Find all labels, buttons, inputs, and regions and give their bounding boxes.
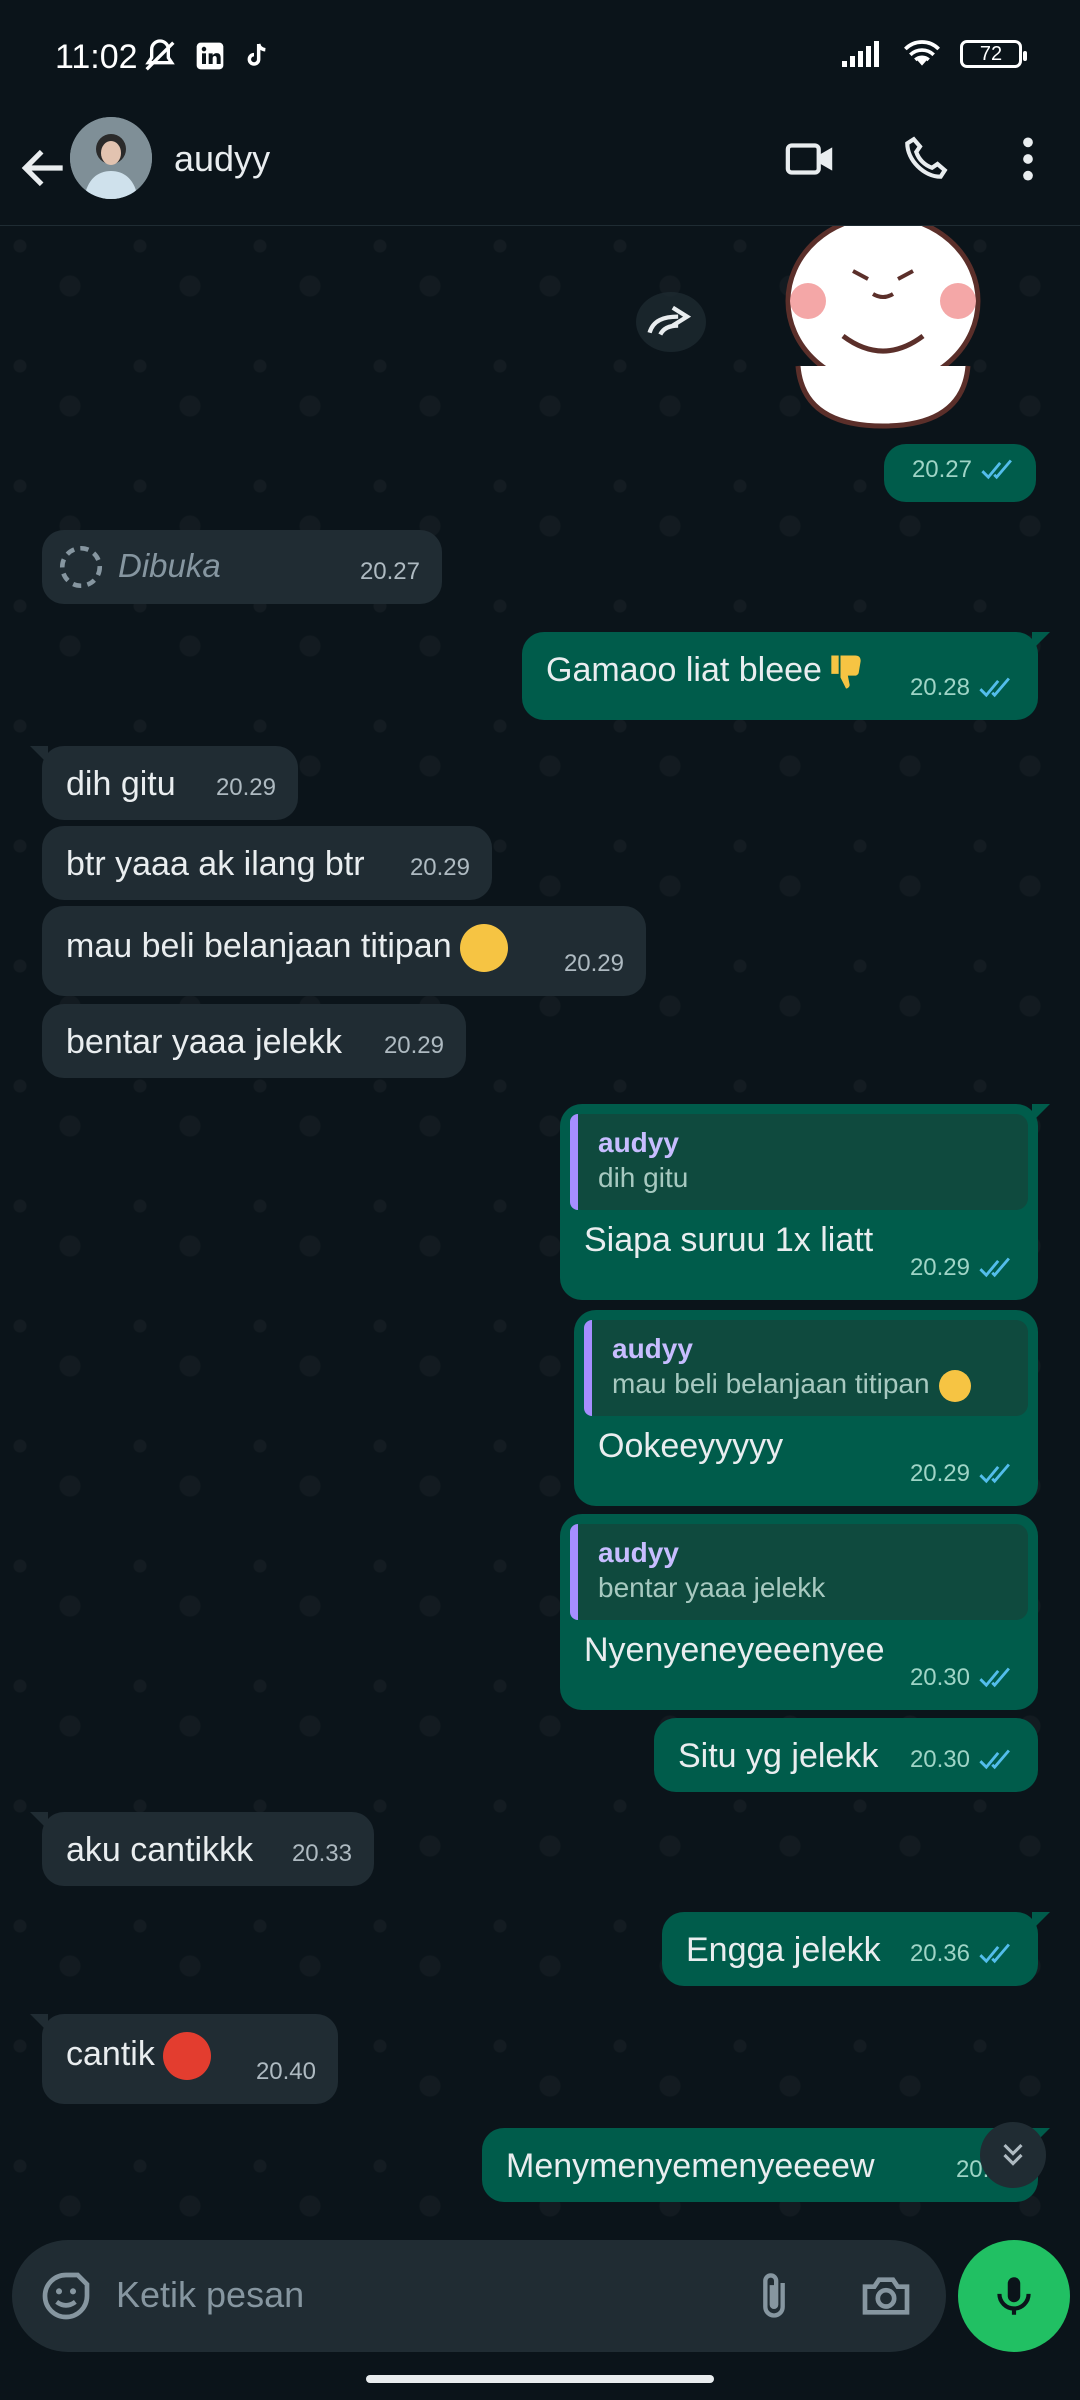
contact-name[interactable]: audyy xyxy=(174,138,270,180)
more-options-icon[interactable] xyxy=(1010,134,1046,184)
wifi-icon xyxy=(904,40,940,66)
message-text: Siapa suruu 1x liatt xyxy=(584,1221,874,1259)
message-text: Ookeeyyyyy xyxy=(598,1427,784,1465)
message-time: 20.29 xyxy=(909,1460,970,1487)
message-incoming[interactable]: aku cantikkk 20.33 xyxy=(30,1812,374,1886)
message-text: aku cantikkk xyxy=(66,1831,254,1869)
status-time: 11:02 xyxy=(55,38,138,76)
message-composer[interactable]: Ketik pesan xyxy=(12,2240,946,2352)
message-time: 20.29 xyxy=(563,950,624,977)
contact-avatar[interactable] xyxy=(70,117,152,199)
microphone-icon xyxy=(997,2277,1031,2315)
message-time: 20.36 xyxy=(909,1940,970,1967)
signal-icon xyxy=(842,41,879,67)
message-time: 20.29 xyxy=(909,1254,970,1281)
emoji-sticker-icon[interactable] xyxy=(38,2268,94,2324)
message-sticker-time: 20.27 xyxy=(884,444,1036,502)
double-chevron-down-icon xyxy=(1003,2143,1023,2166)
camera-icon[interactable] xyxy=(858,2268,914,2324)
message-time: 20.29 xyxy=(215,774,276,801)
message-time: 20.29 xyxy=(409,854,470,881)
scroll-to-bottom-button[interactable] xyxy=(980,2122,1046,2188)
voice-record-button[interactable] xyxy=(958,2240,1070,2352)
quoted-message[interactable]: audyy bentar yaaa jelekk xyxy=(570,1524,1028,1620)
message-time: 20.40 xyxy=(255,2058,316,2085)
quoted-author: audyy xyxy=(598,1127,679,1158)
double-check-icon xyxy=(981,459,1012,480)
tired-face-emoji xyxy=(459,924,508,972)
quoted-message[interactable]: audyy mau beli belanjaan titipan xyxy=(584,1320,1028,1416)
message-time: 20.27 xyxy=(359,558,420,585)
message-outgoing[interactable]: Engga jelekk 20.36 xyxy=(662,1912,1050,1986)
message-text: Menymenyemenyeeeew xyxy=(506,2147,875,2185)
gesture-handle[interactable] xyxy=(366,2375,714,2383)
quoted-text: dih gitu xyxy=(598,1162,689,1193)
quoted-message[interactable]: audyy dih gitu xyxy=(570,1114,1028,1210)
message-time: 20.30 xyxy=(909,1746,970,1773)
message-view-once[interactable]: Dibuka 20.27 xyxy=(42,530,442,604)
message-input-placeholder[interactable]: Ketik pesan xyxy=(116,2274,304,2316)
double-check-icon xyxy=(979,1749,1010,1770)
attach-paperclip-icon[interactable] xyxy=(748,2268,800,2324)
message-incoming[interactable]: dih gitu 20.29 xyxy=(30,746,298,820)
message-reply-outgoing[interactable]: audyy bentar yaaa jelekk Nyenyeneyeeenye… xyxy=(560,1514,1038,1710)
tired-face-emoji xyxy=(939,1369,972,1402)
message-outgoing[interactable]: Situ yg jelekk 20.30 xyxy=(654,1718,1038,1792)
message-reply-outgoing[interactable]: audyy mau beli belanjaan titipan Ookeeyy… xyxy=(574,1310,1038,1506)
quoted-text: mau beli belanjaan titipan xyxy=(612,1366,1008,1402)
linkedin-icon xyxy=(196,42,224,70)
battery-indicator: 72 xyxy=(960,40,1027,68)
quoted-text: bentar yaaa jelekk xyxy=(598,1572,826,1603)
message-text: cantik xyxy=(66,2034,155,2073)
sticker-image[interactable] xyxy=(768,226,998,436)
message-incoming[interactable]: btr yaaa ak ilang btr 20.29 xyxy=(42,826,492,900)
message-time: 20.28 xyxy=(909,674,970,701)
message-text: btr yaaa ak ilang btr xyxy=(66,845,365,883)
angry-face-emoji xyxy=(162,2032,211,2080)
forward-button[interactable] xyxy=(636,292,706,352)
message-outgoing[interactable]: Menymenyemenyeeeew 20.48 xyxy=(482,2128,1050,2202)
message-text: Situ yg jelekk xyxy=(678,1737,879,1775)
double-check-icon xyxy=(979,1257,1010,1278)
thumbs-down-emoji xyxy=(824,650,868,694)
message-text: bentar yaaa jelekk xyxy=(66,1023,342,1061)
tiktok-icon xyxy=(247,43,266,66)
double-check-icon xyxy=(979,1943,1010,1964)
mute-bell-icon xyxy=(145,39,175,71)
message-time: 20.30 xyxy=(909,1664,970,1691)
double-check-icon xyxy=(979,1667,1010,1688)
message-text: mau beli belanjaan titipan xyxy=(66,926,452,965)
double-check-icon xyxy=(979,677,1010,698)
message-text: dih gitu xyxy=(66,765,176,803)
message-incoming[interactable]: mau beli belanjaan titipan 20.29 xyxy=(42,906,646,996)
message-outgoing[interactable]: Gamaoo liat bleee 20.28 xyxy=(522,632,1050,720)
status-bar: 11:02 72 xyxy=(0,0,1080,112)
message-time: 20.33 xyxy=(291,1840,352,1867)
quoted-author: audyy xyxy=(612,1333,693,1364)
back-arrow-icon[interactable] xyxy=(16,138,72,198)
quoted-author: audyy xyxy=(598,1537,679,1568)
message-reply-outgoing[interactable]: audyy dih gitu Siapa suruu 1x liatt 20.2… xyxy=(560,1104,1050,1300)
forward-icon xyxy=(647,305,692,336)
voice-call-icon[interactable] xyxy=(900,134,950,184)
message-text: Gamaoo liat bleee xyxy=(546,651,822,689)
message-incoming[interactable]: cantik 20.40 xyxy=(30,2014,338,2104)
message-text: Engga jelekk xyxy=(686,1931,881,1969)
message-time: 20.29 xyxy=(383,1032,444,1059)
message-incoming[interactable]: bentar yaaa jelekk 20.29 xyxy=(42,1004,466,1078)
view-once-icon xyxy=(59,545,103,589)
message-time: 20.27 xyxy=(911,456,972,483)
video-call-icon[interactable] xyxy=(784,134,838,184)
double-check-icon xyxy=(979,1463,1010,1484)
message-text: Dibuka xyxy=(118,547,221,584)
message-text: Nyenyeneyeeenyee xyxy=(584,1631,885,1669)
